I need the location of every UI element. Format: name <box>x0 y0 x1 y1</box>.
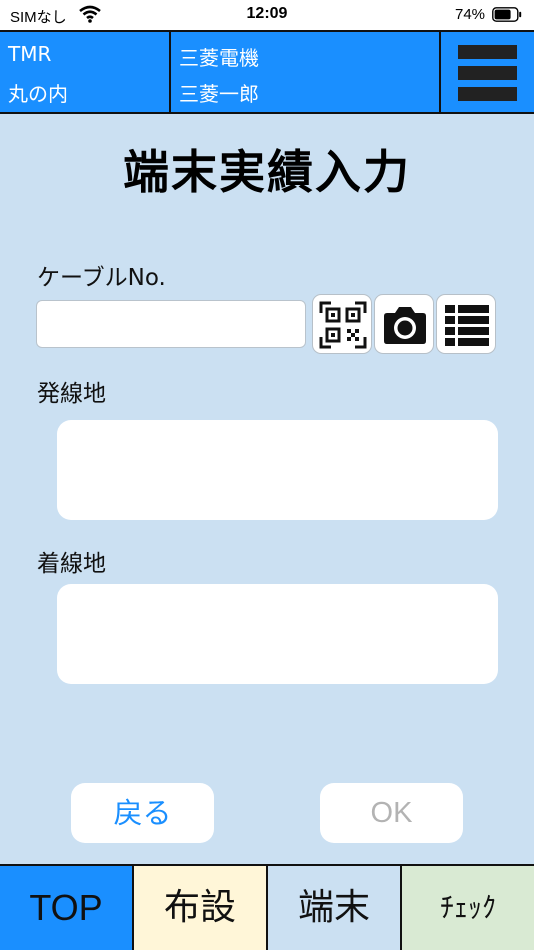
destination-field[interactable] <box>57 584 498 684</box>
tab-terminal[interactable]: 端末 <box>268 866 402 950</box>
org-info: TMR 丸の内 <box>0 32 171 114</box>
bottom-tab-bar: TOP 布設 端末 ﾁｪｯｸ <box>0 864 534 950</box>
tab-check[interactable]: ﾁｪｯｸ <box>402 866 534 950</box>
camera-icon <box>384 307 426 344</box>
user-name: 三菱一郎 <box>179 82 259 106</box>
list-button[interactable] <box>436 294 496 354</box>
ok-button[interactable]: OK <box>320 783 463 843</box>
cable-no-input[interactable] <box>36 300 306 348</box>
back-button[interactable]: 戻る <box>71 783 214 843</box>
origin-field[interactable] <box>57 420 498 520</box>
hamburger-menu-icon[interactable] <box>441 32 534 114</box>
user-info: 三菱電機 三菱一郎 <box>171 32 441 114</box>
page-title: 端末実績入力 <box>123 145 411 199</box>
clock: 12:09 <box>246 5 288 22</box>
org-code: TMR <box>8 42 52 66</box>
qr-code-icon <box>319 301 367 349</box>
menu-bar <box>458 66 517 80</box>
menu-bar <box>458 45 517 59</box>
tab-laying[interactable]: 布設 <box>134 866 268 950</box>
camera-button[interactable] <box>374 294 434 354</box>
company-name: 三菱電機 <box>179 46 259 70</box>
main-content: 端末実績入力 ケーブルNo. 発線地 着線地 戻る OK <box>0 114 534 864</box>
qr-scan-button[interactable] <box>312 294 372 354</box>
app-header: TMR 丸の内 三菱電機 三菱一郎 <box>0 30 534 114</box>
org-location: 丸の内 <box>8 82 68 106</box>
tab-top[interactable]: TOP <box>0 866 134 950</box>
battery-icon <box>492 7 522 22</box>
list-icon <box>445 305 489 346</box>
destination-label: 着線地 <box>37 551 106 577</box>
origin-label: 発線地 <box>37 381 106 407</box>
status-bar: SIMなし 12:09 74% <box>0 0 534 30</box>
battery-percent: 74% <box>455 6 486 23</box>
cable-no-label: ケーブルNo. <box>37 265 166 291</box>
menu-bar <box>458 87 517 101</box>
